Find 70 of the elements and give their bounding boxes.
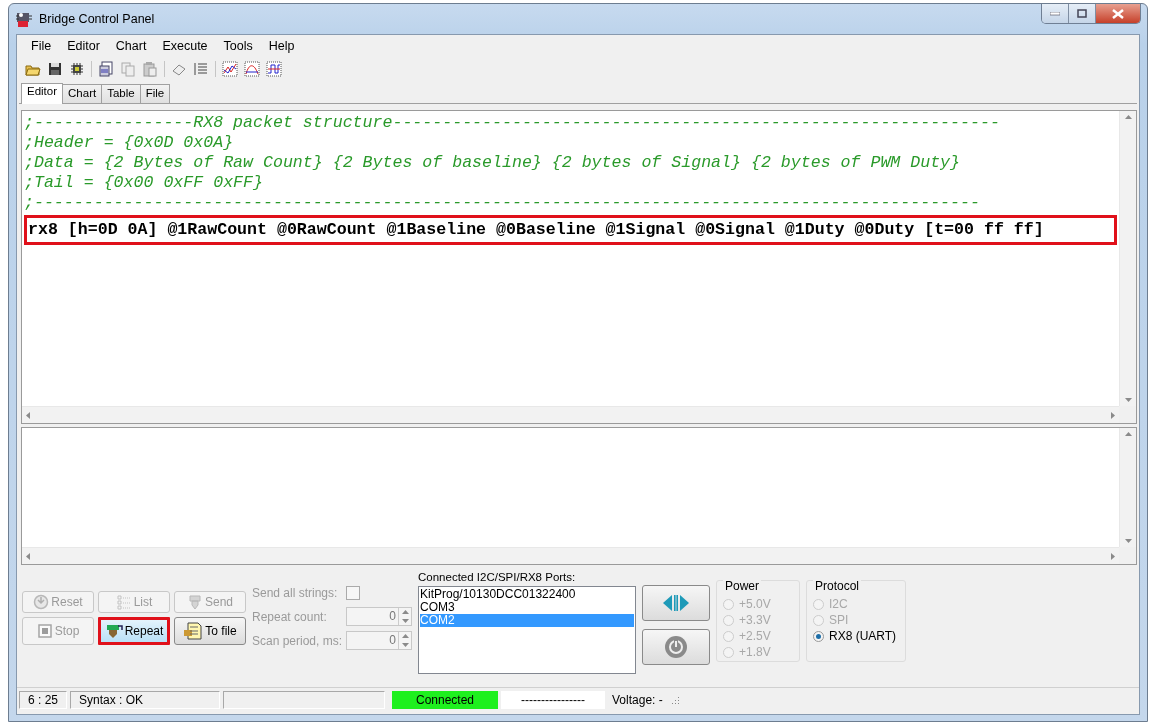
stop-icon bbox=[36, 623, 53, 639]
line-chart-icon[interactable] bbox=[244, 61, 260, 77]
menu-item[interactable]: Tools bbox=[215, 39, 261, 53]
horizontal-scrollbar[interactable] bbox=[22, 547, 1119, 564]
list-label: Connected I2C/SPI/RX8 Ports: bbox=[418, 571, 577, 585]
tab[interactable]: Chart bbox=[62, 84, 103, 103]
comment-line: ;Data = {2 Bytes of Raw Count} {2 Bytes of baseline} {2 bytes of Signal} {2 bytes of PWM Duty} bbox=[24, 153, 962, 173]
clipboard-icon[interactable] bbox=[142, 61, 158, 77]
scroll-down-arrow-icon[interactable] bbox=[1124, 539, 1132, 543]
status-field: ---------------- bbox=[501, 691, 606, 709]
port-list[interactable]: KitProg/10130DCC01322400 COM3 COM2 bbox=[418, 586, 636, 674]
minimize-button[interactable] bbox=[1042, 4, 1069, 23]
comment-line: ;Tail = {0x00 0xFF 0xFF} bbox=[24, 173, 264, 193]
chip-icon[interactable] bbox=[69, 61, 85, 77]
power-group-title: Power bbox=[723, 579, 761, 593]
radio-button[interactable] bbox=[813, 630, 824, 642]
status-text: 6 : 25 bbox=[19, 691, 68, 709]
to-file-button[interactable]: To file bbox=[174, 617, 246, 645]
arrows-icon bbox=[662, 594, 690, 612]
close-button[interactable] bbox=[1096, 4, 1140, 23]
field-label: Scan period, ms: bbox=[252, 633, 343, 648]
window-title: Bridge Control Panel bbox=[39, 12, 155, 26]
tab[interactable]: File bbox=[139, 84, 171, 103]
tab[interactable]: Editor bbox=[21, 83, 64, 104]
tab[interactable]: Table bbox=[101, 84, 141, 103]
protocol-group-title: Protocol bbox=[813, 579, 862, 593]
tree-list-icon bbox=[115, 594, 132, 610]
comment-line: ;----------------------------------------------------------------------------------------------- bbox=[24, 193, 981, 213]
scroll-up-arrow-icon[interactable] bbox=[1124, 432, 1132, 436]
connection-status: Connected bbox=[392, 691, 499, 709]
line-chart-icon[interactable] bbox=[222, 61, 238, 77]
vertical-scrollbar[interactable] bbox=[1119, 428, 1136, 547]
menu-item[interactable]: Help bbox=[260, 39, 303, 53]
maximize-button[interactable] bbox=[1069, 4, 1096, 23]
list-icon[interactable] bbox=[193, 61, 209, 77]
scroll-down-arrow-icon[interactable] bbox=[1124, 398, 1132, 402]
copy-icon[interactable] bbox=[120, 61, 136, 77]
close-icon bbox=[1112, 8, 1124, 19]
voltage-text: Voltage: - bbox=[611, 692, 664, 709]
menu-item[interactable]: Execute bbox=[154, 39, 216, 53]
scroll-left-arrow-icon[interactable] bbox=[26, 411, 30, 419]
menu-item[interactable]: Chart bbox=[107, 39, 155, 53]
maximize-icon bbox=[1077, 9, 1087, 18]
minimize-icon bbox=[1050, 11, 1060, 16]
vertical-scrollbar[interactable] bbox=[1119, 111, 1136, 406]
scroll-right-arrow-icon[interactable] bbox=[1111, 411, 1115, 419]
comment-line: ;----------------RX8 packet structure------------------------------------------------------------- bbox=[24, 113, 1001, 133]
menu-item[interactable]: Editor bbox=[59, 39, 108, 53]
scroll-right-arrow-icon[interactable] bbox=[1111, 552, 1115, 560]
horizontal-scrollbar[interactable] bbox=[22, 406, 1119, 423]
document-icon bbox=[183, 622, 204, 640]
app-logo-icon bbox=[15, 10, 33, 28]
scroll-left-arrow-icon[interactable] bbox=[26, 552, 30, 560]
menu-item[interactable]: File bbox=[23, 39, 60, 53]
scroll-up-arrow-icon[interactable] bbox=[1124, 115, 1132, 119]
port-item[interactable]: KitProg/10130DCC01322400 bbox=[420, 588, 634, 601]
repeat-button[interactable]: Repeat bbox=[98, 617, 170, 645]
power-icon bbox=[664, 635, 688, 659]
comment-line: ;Header = {0x0D 0x0A} bbox=[24, 133, 235, 153]
field-label: Repeat count: bbox=[252, 609, 327, 624]
reset-icon bbox=[33, 594, 50, 610]
connect-button[interactable] bbox=[642, 585, 710, 621]
field-label: Send all strings: bbox=[252, 585, 338, 600]
power-button[interactable] bbox=[642, 629, 710, 665]
line-chart-icon[interactable] bbox=[266, 61, 282, 77]
resize-grip-icon[interactable] bbox=[669, 695, 680, 705]
radio-label[interactable]: RX8 (UART) bbox=[829, 629, 897, 643]
document-icon[interactable] bbox=[98, 61, 114, 77]
port-item[interactable]: COM3 bbox=[420, 601, 634, 614]
status-text: Syntax : OK bbox=[70, 691, 221, 709]
